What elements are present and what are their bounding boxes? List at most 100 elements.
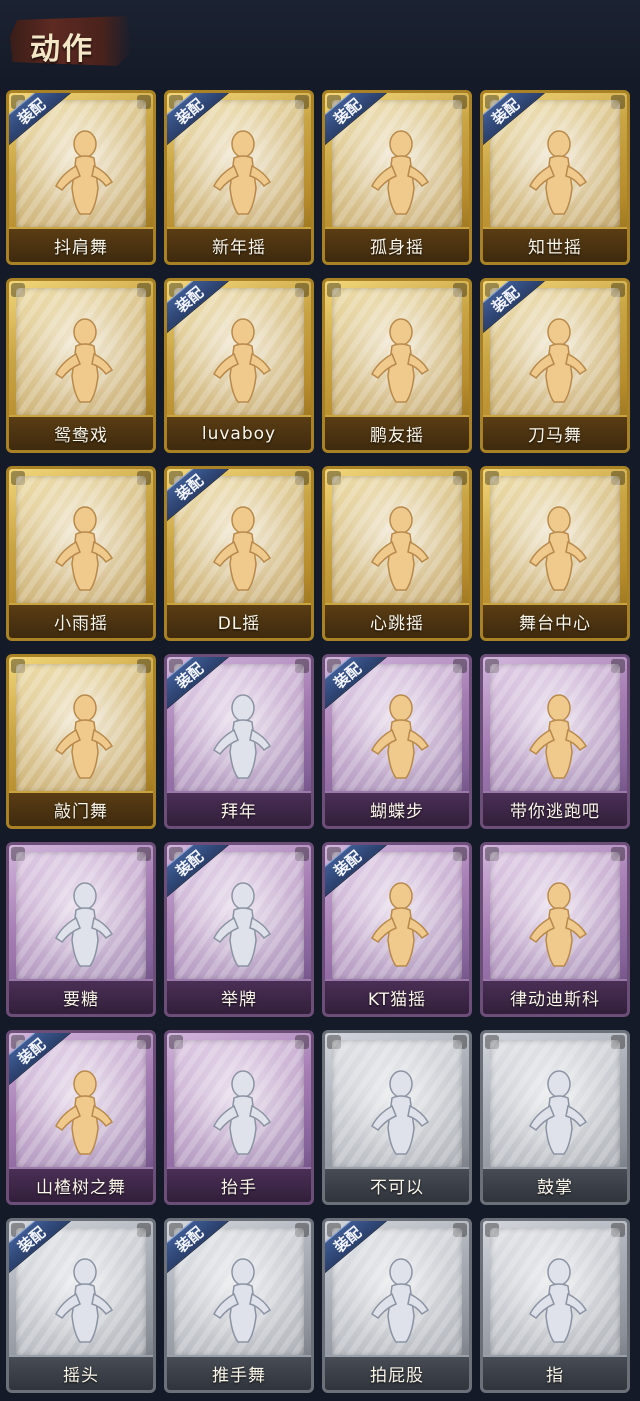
emote-card[interactable]: 知世摇 装配 — [480, 90, 630, 265]
emote-card[interactable]: 鸳鸯戏 — [6, 278, 156, 453]
emote-name: DL摇 — [167, 603, 311, 638]
dance-figure-icon — [213, 318, 272, 403]
dance-figure-icon — [529, 882, 588, 967]
emote-card[interactable]: KT猫摇 装配 — [322, 842, 472, 1017]
emote-name: 心跳摇 — [325, 603, 469, 638]
dance-figure-silhouette-icon — [213, 694, 272, 779]
dance-figure-icon — [55, 694, 114, 779]
emote-name: 刀马舞 — [483, 415, 627, 450]
emote-artwork — [16, 852, 146, 980]
emote-card[interactable]: 刀马舞 装配 — [480, 278, 630, 453]
emote-card[interactable]: 小雨摇 — [6, 466, 156, 641]
emote-name: 孤身摇 — [325, 227, 469, 262]
emote-name: 鹏友摇 — [325, 415, 469, 450]
emote-artwork — [490, 1228, 620, 1356]
emote-card[interactable]: 不可以 — [322, 1030, 472, 1205]
emote-name: luvaboy — [167, 415, 311, 450]
emote-name: 鼓掌 — [483, 1167, 627, 1202]
emote-name: 指 — [483, 1355, 627, 1390]
emote-card[interactable]: 推手舞 装配 — [164, 1218, 314, 1393]
emote-name: 推手舞 — [167, 1355, 311, 1390]
emote-name: 要糖 — [9, 979, 153, 1014]
emote-card[interactable]: 拜年 装配 — [164, 654, 314, 829]
emote-card[interactable]: 孤身摇 装配 — [322, 90, 472, 265]
emote-card[interactable]: 抬手 — [164, 1030, 314, 1205]
emote-card[interactable]: 鼓掌 — [480, 1030, 630, 1205]
dance-figure-icon — [371, 318, 430, 403]
emote-name: 山楂树之舞 — [9, 1167, 153, 1202]
emote-artwork — [16, 664, 146, 792]
emote-grid: 抖肩舞 装配 新年摇 装配 孤身摇 装配 知世摇 装配鸳鸯戏 luvaboy 装配 鹏友摇 刀马舞 装配… — [6, 90, 638, 1393]
emote-artwork — [490, 664, 620, 792]
dance-figure-silhouette-icon — [529, 1070, 588, 1155]
dance-figure-icon — [371, 882, 430, 967]
dance-figure-icon — [371, 506, 430, 591]
emote-card[interactable]: 山楂树之舞 装配 — [6, 1030, 156, 1205]
emote-artwork — [332, 476, 462, 604]
emote-card[interactable]: 蝴蝶步 装配 — [322, 654, 472, 829]
dance-figure-icon — [529, 130, 588, 215]
emote-name: 知世摇 — [483, 227, 627, 262]
emote-name: 敲门舞 — [9, 791, 153, 826]
dance-figure-icon — [213, 130, 272, 215]
emote-artwork — [332, 288, 462, 416]
emote-card[interactable]: 举牌 装配 — [164, 842, 314, 1017]
emote-name: 举牌 — [167, 979, 311, 1014]
emote-name: 小雨摇 — [9, 603, 153, 638]
dance-figure-icon — [529, 694, 588, 779]
dance-figure-silhouette-icon — [55, 882, 114, 967]
emote-card[interactable]: luvaboy 装配 — [164, 278, 314, 453]
page-title: 动作 — [30, 32, 94, 67]
emote-name: 新年摇 — [167, 227, 311, 262]
emote-name: 拜年 — [167, 791, 311, 826]
emote-card[interactable]: 指 — [480, 1218, 630, 1393]
emote-artwork — [332, 1040, 462, 1168]
dance-figure-silhouette-icon — [371, 1258, 430, 1343]
dance-figure-icon — [213, 506, 272, 591]
emote-name: 鸳鸯戏 — [9, 415, 153, 450]
emote-artwork — [490, 1040, 620, 1168]
emote-artwork — [490, 476, 620, 604]
emote-artwork — [174, 1040, 304, 1168]
emote-card[interactable]: 鹏友摇 — [322, 278, 472, 453]
emote-card[interactable]: 舞台中心 — [480, 466, 630, 641]
dance-figure-icon — [55, 130, 114, 215]
emote-artwork — [16, 288, 146, 416]
emote-name: 蝴蝶步 — [325, 791, 469, 826]
emote-name: 抬手 — [167, 1167, 311, 1202]
dance-figure-silhouette-icon — [529, 1258, 588, 1343]
emote-name: 律动迪斯科 — [483, 979, 627, 1014]
dance-figure-silhouette-icon — [213, 1258, 272, 1343]
emote-card[interactable]: 抖肩舞 装配 — [6, 90, 156, 265]
emote-name: 舞台中心 — [483, 603, 627, 638]
emote-name: 摇头 — [9, 1355, 153, 1390]
emote-card[interactable]: 摇头 装配 — [6, 1218, 156, 1393]
dance-figure-icon — [55, 506, 114, 591]
dance-figure-icon — [371, 130, 430, 215]
emote-card[interactable]: 心跳摇 — [322, 466, 472, 641]
dance-figure-silhouette-icon — [213, 1070, 272, 1155]
emote-artwork — [490, 852, 620, 980]
emote-card[interactable]: 敲门舞 — [6, 654, 156, 829]
emote-artwork — [16, 476, 146, 604]
emote-name: 抖肩舞 — [9, 227, 153, 262]
dance-figure-silhouette-icon — [371, 1070, 430, 1155]
emote-card[interactable]: 律动迪斯科 — [480, 842, 630, 1017]
emote-card[interactable]: 新年摇 装配 — [164, 90, 314, 265]
dance-figure-silhouette-icon — [213, 882, 272, 967]
dance-figure-icon — [55, 1070, 114, 1155]
dance-figure-silhouette-icon — [55, 1258, 114, 1343]
emote-card[interactable]: 拍屁股 装配 — [322, 1218, 472, 1393]
dance-figure-icon — [371, 694, 430, 779]
emote-card[interactable]: DL摇 装配 — [164, 466, 314, 641]
emote-name: 不可以 — [325, 1167, 469, 1202]
dance-figure-icon — [55, 318, 114, 403]
header: 动作 — [0, 0, 640, 84]
emote-card[interactable]: 带你逃跑吧 — [480, 654, 630, 829]
emote-name: KT猫摇 — [325, 979, 469, 1014]
dance-figure-icon — [529, 506, 588, 591]
dance-figure-icon — [529, 318, 588, 403]
emote-name: 拍屁股 — [325, 1355, 469, 1390]
emote-name: 带你逃跑吧 — [483, 791, 627, 826]
emote-card[interactable]: 要糖 — [6, 842, 156, 1017]
